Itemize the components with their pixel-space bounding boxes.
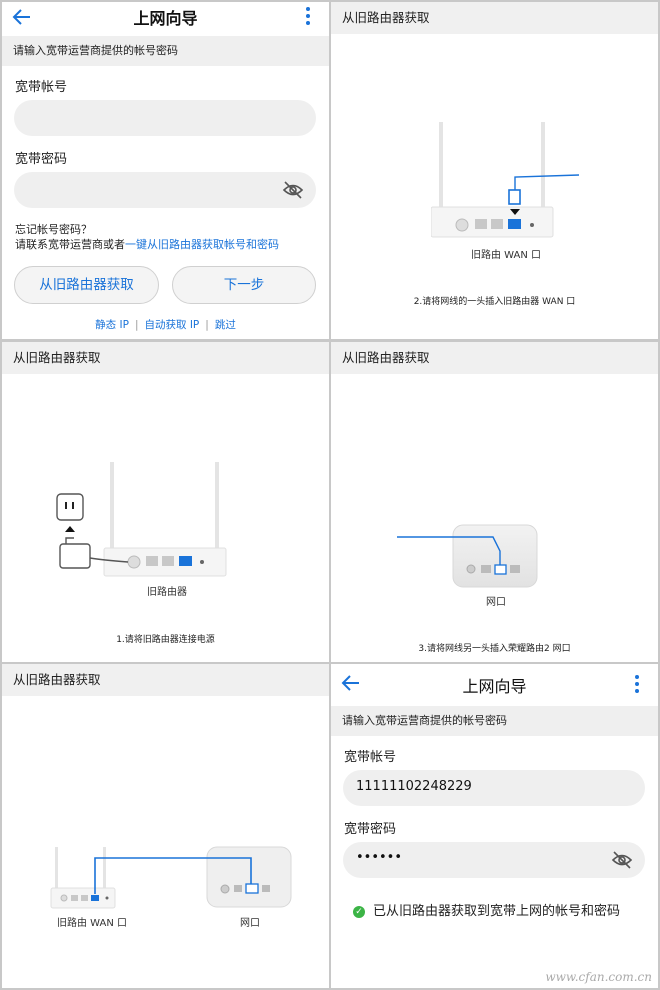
old-router-power-illustration: [56, 462, 227, 577]
old-router-wan-illustration: [431, 122, 580, 238]
password-input[interactable]: [14, 172, 316, 208]
dhcp-link[interactable]: 自动获取 IP: [145, 319, 200, 331]
hide-password-icon[interactable]: [611, 850, 633, 870]
step3-panel: 从旧路由器获取 网口 3.请将网线另一头插入荣耀路由2 网口: [331, 342, 658, 662]
next-button[interactable]: 下一步: [172, 266, 316, 304]
step-caption: 3.请将网线另一头插入荣耀路由2 网口: [418, 644, 571, 654]
more-menu-icon[interactable]: [634, 674, 640, 694]
app-bar: 上网向导: [331, 664, 658, 702]
step1-panel: 从旧路由器获取 旧路由器 1.请将旧路由器连接电源: [2, 342, 329, 662]
step-header: 从旧路由器获取: [331, 2, 658, 34]
alt-mode-links: 静态 IP | 自动获取 IP | 跳过: [95, 319, 236, 331]
password-label: 宽带密码: [344, 822, 397, 837]
step-caption: 2.请将网线的一头插入旧路由器 WAN 口: [413, 297, 576, 307]
fetch-from-old-router-link[interactable]: 一键从旧路由器获取帐号和密码: [125, 238, 279, 251]
account-input[interactable]: 11111102248229: [343, 770, 645, 806]
more-menu-icon[interactable]: [305, 6, 311, 26]
app-bar: 上网向导: [2, 2, 329, 36]
step-header: 从旧路由器获取: [2, 342, 329, 374]
wizard-panel-empty: 上网向导 请输入宽带运营商提供的帐号密码 宽带帐号 宽带密码 忘记帐号密码？ 请…: [2, 2, 329, 339]
success-text: 已从旧路由器获取到宽带上网的帐号和密码: [373, 904, 621, 919]
watermark: www.cfan.com.cn: [545, 970, 652, 984]
forgot-help: 请联系宽带运营商或者一键从旧路由器获取帐号和密码: [15, 236, 279, 252]
device-label: 网口: [486, 597, 506, 608]
static-ip-link[interactable]: 静态 IP: [95, 319, 129, 331]
step-header: 从旧路由器获取: [331, 342, 658, 374]
step-caption: 1.请将旧路由器连接电源: [116, 635, 215, 645]
forgot-help-prefix: 请联系宽带运营商或者: [15, 238, 125, 251]
form-subheading: 请输入宽带运营商提供的帐号密码: [2, 36, 329, 66]
both-routers-connected-illustration: [50, 846, 292, 909]
success-message: ✓ 已从旧路由器获取到宽带上网的帐号和密码: [353, 900, 620, 919]
right-device-label: 网口: [240, 918, 260, 929]
skip-link[interactable]: 跳过: [215, 319, 236, 331]
wizard-panel-filled: 上网向导 请输入宽带运营商提供的帐号密码 宽带帐号 11111102248229…: [331, 664, 658, 988]
page-title: 上网向导: [133, 9, 198, 28]
form-subheading: 请输入宽带运营商提供的帐号密码: [331, 706, 658, 736]
check-circle-icon: ✓: [353, 906, 365, 918]
device-label: 旧路由 WAN 口: [470, 250, 542, 261]
hide-password-icon[interactable]: [282, 180, 304, 200]
password-input[interactable]: ••••••: [343, 842, 645, 878]
device-label: 旧路由器: [147, 587, 187, 598]
new-router-port-illustration: [397, 524, 538, 588]
step-header: 从旧路由器获取: [2, 664, 329, 696]
account-label: 宽带帐号: [344, 750, 397, 765]
account-label: 宽带帐号: [15, 80, 68, 95]
forgot-text: 忘记帐号密码？: [15, 223, 92, 236]
page-title: 上网向导: [462, 677, 527, 696]
step2-panel: 从旧路由器获取 旧路由 WAN 口 2.请将网线的一头插入旧路由器 WAN 口: [331, 2, 658, 339]
step4-panel: 从旧路由器获取 旧路由 WAN 口 网口: [2, 664, 329, 988]
left-device-label: 旧路由 WAN 口: [56, 918, 128, 929]
account-input[interactable]: [14, 100, 316, 136]
password-value: ••••••: [356, 850, 403, 865]
fetch-from-old-router-button[interactable]: 从旧路由器获取: [14, 266, 159, 304]
account-value: 11111102248229: [356, 779, 472, 794]
password-label: 宽带密码: [15, 152, 68, 167]
